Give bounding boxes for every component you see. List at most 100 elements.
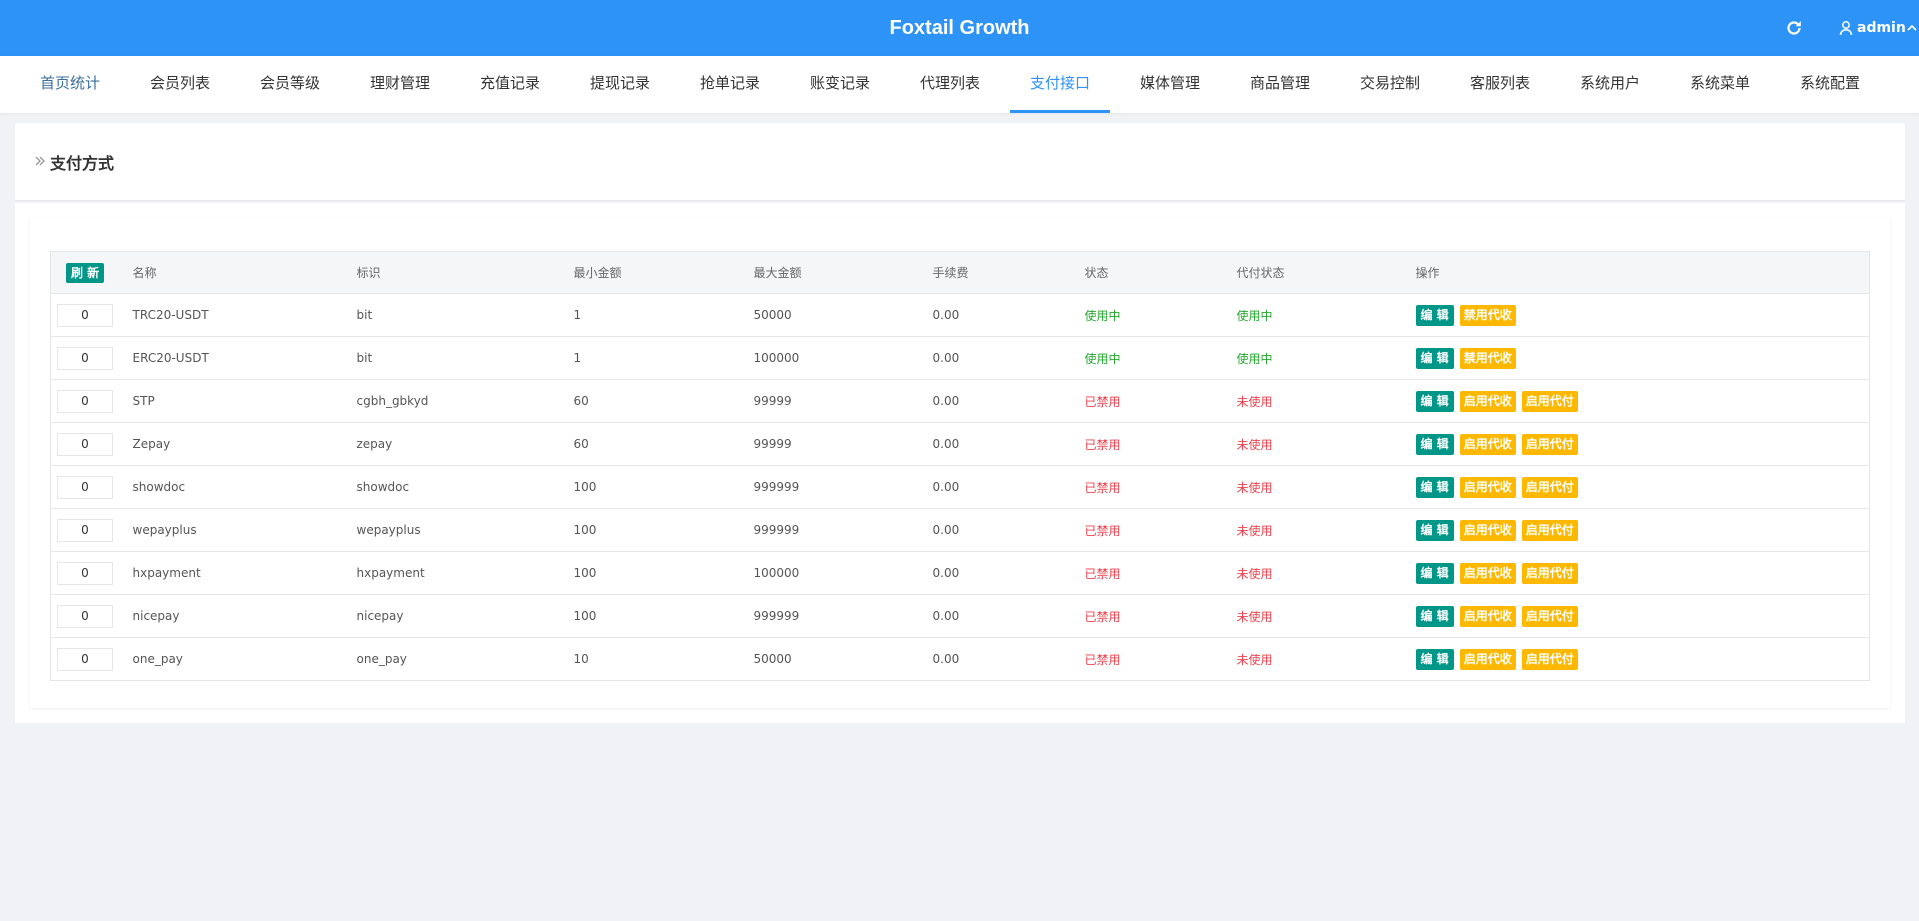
- nav-tab-4[interactable]: 充值记录: [460, 56, 560, 113]
- toggle-payout-button[interactable]: 启用代付: [1521, 476, 1578, 498]
- table-row: Zepayzepay60999990.00已禁用未使用编 辑启用代收启用代付: [50, 422, 1870, 466]
- edit-button[interactable]: 编 辑: [1415, 562, 1454, 584]
- code-cell: bit: [356, 293, 574, 337]
- sort-input[interactable]: [57, 647, 113, 671]
- nav-tab-12[interactable]: 交易控制: [1340, 56, 1440, 113]
- table-row: nicepaynicepay1009999990.00已禁用未使用编 辑启用代收…: [50, 594, 1870, 638]
- toggle-collect-button[interactable]: 启用代收: [1459, 390, 1516, 412]
- proxy-status-cell: 未使用: [1236, 551, 1416, 595]
- max-amount-header: 最大金额: [753, 251, 933, 294]
- proxy-status-cell: 未使用: [1236, 637, 1416, 681]
- min-amount-header: 最小金额: [573, 251, 754, 294]
- toggle-collect-button[interactable]: 启用代收: [1459, 476, 1516, 498]
- nav-tab-6[interactable]: 抢单记录: [680, 56, 780, 113]
- toggle-collect-button[interactable]: 启用代收: [1459, 562, 1516, 584]
- max-amount-cell: 100000: [753, 336, 933, 380]
- operations-cell: 编 辑启用代收 启用代付: [1415, 551, 1870, 595]
- nav-tab-5[interactable]: 提现记录: [570, 56, 670, 113]
- edit-button[interactable]: 编 辑: [1415, 347, 1454, 369]
- fee-cell: 0.00: [932, 379, 1085, 423]
- min-amount-cell: 100: [573, 465, 754, 509]
- nav-tab-0[interactable]: 首页统计: [20, 56, 120, 113]
- code-cell: nicepay: [356, 594, 574, 638]
- operations-cell: 编 辑禁用代收: [1415, 336, 1870, 380]
- proxy-status-header: 代付状态: [1236, 251, 1416, 294]
- edit-button[interactable]: 编 辑: [1415, 648, 1454, 670]
- sort-input[interactable]: [57, 303, 113, 327]
- nav-tab-15[interactable]: 系统菜单: [1670, 56, 1770, 113]
- toggle-collect-button[interactable]: 禁用代收: [1459, 347, 1516, 369]
- nav-tab-1[interactable]: 会员列表: [130, 56, 230, 113]
- code-header: 标识: [356, 251, 574, 294]
- edit-button[interactable]: 编 辑: [1415, 605, 1454, 627]
- sort-input[interactable]: [57, 604, 113, 628]
- nav-tab-7[interactable]: 账变记录: [790, 56, 890, 113]
- toggle-payout-button[interactable]: 启用代付: [1521, 390, 1578, 412]
- operations-cell: 编 辑启用代收 启用代付: [1415, 422, 1870, 466]
- sort-input[interactable]: [57, 346, 113, 370]
- toggle-payout-button[interactable]: 启用代付: [1521, 433, 1578, 455]
- sort-cell: [50, 465, 133, 509]
- table-card: 刷 新 名称 标识 最小金额 最大金额 手续费 状态 代付状态 操作 TRC20…: [30, 218, 1890, 708]
- sort-input[interactable]: [57, 518, 113, 542]
- sort-input[interactable]: [57, 432, 113, 456]
- nav-tab-9[interactable]: 支付接口: [1010, 56, 1110, 113]
- edit-button[interactable]: 编 辑: [1415, 433, 1454, 455]
- name-header: 名称: [132, 251, 357, 294]
- proxy-status-cell: 未使用: [1236, 465, 1416, 509]
- toggle-payout-button[interactable]: 启用代付: [1521, 605, 1578, 627]
- max-amount-cell: 999999: [753, 508, 933, 552]
- fee-cell: 0.00: [932, 293, 1085, 337]
- app-title: Foxtail Growth: [889, 17, 1030, 39]
- refresh-icon[interactable]: [1784, 18, 1804, 38]
- toggle-payout-button[interactable]: 启用代付: [1521, 562, 1578, 584]
- status-cell: 已禁用: [1084, 465, 1237, 509]
- edit-button[interactable]: 编 辑: [1415, 519, 1454, 541]
- content-card: 刷 新 名称 标识 最小金额 最大金额 手续费 状态 代付状态 操作 TRC20…: [15, 203, 1905, 723]
- edit-button[interactable]: 编 辑: [1415, 476, 1454, 498]
- nav-tab-2[interactable]: 会员等级: [240, 56, 340, 113]
- edit-button[interactable]: 编 辑: [1415, 390, 1454, 412]
- nav-tab-14[interactable]: 系统用户: [1560, 56, 1660, 113]
- name-cell: STP: [132, 379, 357, 423]
- operations-cell: 编 辑启用代收 启用代付: [1415, 465, 1870, 509]
- edit-button[interactable]: 编 辑: [1415, 304, 1454, 326]
- table-row: TRC20-USDTbit1500000.00使用中使用中编 辑禁用代收: [50, 293, 1870, 337]
- page-title: 支付方式: [50, 154, 115, 173]
- toggle-collect-button[interactable]: 启用代收: [1459, 433, 1516, 455]
- status-cell: 已禁用: [1084, 422, 1237, 466]
- toggle-payout-button[interactable]: 启用代付: [1521, 648, 1578, 670]
- nav-tab-3[interactable]: 理财管理: [350, 56, 450, 113]
- chevron-up-icon: [1907, 24, 1917, 31]
- max-amount-cell: 50000: [753, 637, 933, 681]
- operations-cell: 编 辑启用代收 启用代付: [1415, 379, 1870, 423]
- refresh-button[interactable]: 刷 新: [66, 262, 105, 283]
- proxy-status-cell: 未使用: [1236, 422, 1416, 466]
- code-cell: wepayplus: [356, 508, 574, 552]
- toggle-collect-button[interactable]: 启用代收: [1459, 519, 1516, 541]
- sort-input[interactable]: [57, 561, 113, 585]
- toggle-collect-button[interactable]: 禁用代收: [1459, 304, 1516, 326]
- nav-tab-10[interactable]: 媒体管理: [1120, 56, 1220, 113]
- toggle-collect-button[interactable]: 启用代收: [1459, 648, 1516, 670]
- min-amount-cell: 1: [573, 293, 754, 337]
- nav-tab-13[interactable]: 客服列表: [1450, 56, 1550, 113]
- sort-cell: [50, 422, 133, 466]
- toggle-collect-button[interactable]: 启用代收: [1459, 605, 1516, 627]
- sort-input[interactable]: [57, 475, 113, 499]
- double-chevron-right-icon: [35, 156, 45, 166]
- user-icon: [1839, 21, 1853, 36]
- code-cell: hxpayment: [356, 551, 574, 595]
- user-menu[interactable]: admin: [1838, 18, 1917, 38]
- page-title-card: 支付方式: [15, 123, 1905, 201]
- sort-cell: [50, 594, 133, 638]
- sort-cell: [50, 551, 133, 595]
- toggle-payout-button[interactable]: 启用代付: [1521, 519, 1578, 541]
- nav-tab-8[interactable]: 代理列表: [900, 56, 1000, 113]
- operations-cell: 编 辑禁用代收: [1415, 293, 1870, 337]
- sort-input[interactable]: [57, 389, 113, 413]
- max-amount-cell: 100000: [753, 551, 933, 595]
- nav-tab-16[interactable]: 系统配置: [1780, 56, 1880, 113]
- proxy-status-cell: 使用中: [1236, 336, 1416, 380]
- nav-tab-11[interactable]: 商品管理: [1230, 56, 1330, 113]
